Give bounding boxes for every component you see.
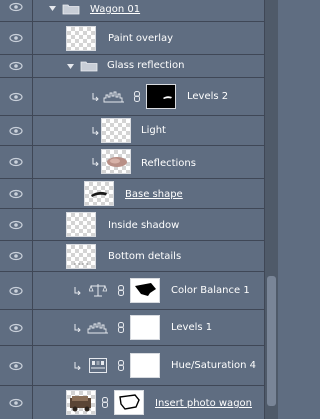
layer-row-color-balance-1[interactable]: Color Balance 1 (0, 272, 264, 310)
layer-name: Inside shadow (108, 220, 180, 231)
layer-thumbnail[interactable] (101, 149, 131, 174)
layer-thumbnail[interactable] (66, 390, 96, 415)
layers-panel: Wagon 01 Paint overlay Glass reflection … (0, 0, 264, 419)
clipping-arrow-icon (74, 362, 81, 370)
layer-row-bottom-details[interactable]: Bottom details (0, 241, 264, 272)
layer-name: Base shape (125, 189, 183, 200)
layer-name: Bottom details (108, 251, 182, 262)
levels-icon[interactable] (103, 90, 125, 103)
layer-row-levels-1[interactable]: Levels 1 (0, 310, 264, 346)
layer-thumbnail[interactable] (101, 118, 131, 143)
layer-mask-thumbnail[interactable] (130, 315, 160, 340)
visibility-eye-icon[interactable] (0, 346, 33, 385)
layer-thumbnail[interactable] (66, 212, 96, 237)
layer-row-wagon-01[interactable]: Wagon 01 (0, 0, 264, 22)
expand-arrow-icon[interactable] (67, 64, 74, 70)
layer-row-paint-overlay[interactable]: Paint overlay (0, 22, 264, 55)
levels-icon[interactable] (87, 321, 109, 334)
folder-icon (62, 4, 80, 15)
expand-arrow-icon[interactable] (49, 6, 56, 12)
mask-link-icon[interactable] (102, 397, 108, 408)
clipping-arrow-icon (92, 93, 99, 101)
visibility-eye-icon[interactable] (0, 116, 33, 145)
layer-name: Levels 2 (187, 91, 229, 102)
layer-mask-thumbnail[interactable] (130, 278, 160, 303)
layer-thumbnail[interactable] (66, 26, 96, 51)
balance-scale-icon[interactable] (89, 283, 107, 298)
layer-name: Insert photo wagon (155, 398, 252, 409)
layer-row-levels-2[interactable]: Levels 2 (0, 78, 264, 116)
visibility-eye-icon[interactable] (0, 22, 33, 54)
visibility-eye-icon[interactable] (0, 179, 33, 208)
hue-saturation-icon[interactable] (89, 358, 107, 373)
clipping-arrow-icon (92, 158, 99, 166)
layer-row-reflections[interactable]: Reflections (0, 146, 264, 179)
mask-link-icon[interactable] (118, 322, 124, 333)
layer-thumbnail[interactable] (66, 244, 96, 269)
visibility-eye-icon[interactable] (0, 0, 33, 21)
visibility-eye-icon[interactable] (0, 241, 33, 271)
layer-row-inside-shadow[interactable]: Inside shadow (0, 209, 264, 241)
layer-thumbnail[interactable] (84, 181, 114, 206)
layer-name: Light (141, 125, 166, 136)
clipping-arrow-icon (74, 324, 81, 332)
visibility-eye-icon[interactable] (0, 78, 33, 115)
layer-row-glass-reflection[interactable]: Glass reflection (0, 55, 264, 78)
visibility-eye-icon[interactable] (0, 272, 33, 309)
clipping-arrow-icon (74, 287, 81, 295)
visibility-eye-icon[interactable] (0, 146, 33, 178)
mask-link-icon[interactable] (118, 360, 124, 371)
layer-name: Levels 1 (171, 322, 213, 333)
mask-link-icon[interactable] (118, 285, 124, 296)
layer-row-insert-photo-wagon[interactable]: Insert photo wagon (0, 386, 264, 419)
vertical-scrollbar[interactable] (264, 0, 278, 419)
mask-link-icon[interactable] (134, 91, 140, 102)
layer-mask-thumbnail[interactable] (114, 390, 144, 415)
layer-name: Glass reflection (107, 60, 185, 71)
layer-mask-thumbnail[interactable] (146, 84, 176, 109)
layer-name: Reflections (141, 158, 196, 169)
clipping-arrow-icon (92, 127, 99, 135)
layer-row-base-shape[interactable]: Base shape (0, 179, 264, 209)
visibility-eye-icon[interactable] (0, 386, 33, 419)
layer-row-hue-saturation-4[interactable]: Hue/Saturation 4 (0, 346, 264, 386)
visibility-eye-icon[interactable] (0, 55, 33, 77)
scrollbar-thumb[interactable] (267, 276, 276, 406)
folder-icon (80, 61, 98, 72)
visibility-eye-icon[interactable] (0, 209, 33, 240)
layer-name: Paint overlay (108, 33, 174, 44)
layer-name: Wagon 01 (90, 4, 141, 15)
layer-row-light[interactable]: Light (0, 116, 264, 146)
layer-name: Hue/Saturation 4 (171, 360, 257, 371)
visibility-eye-icon[interactable] (0, 310, 33, 345)
layer-mask-thumbnail[interactable] (130, 353, 160, 378)
layer-name: Color Balance 1 (171, 285, 250, 296)
